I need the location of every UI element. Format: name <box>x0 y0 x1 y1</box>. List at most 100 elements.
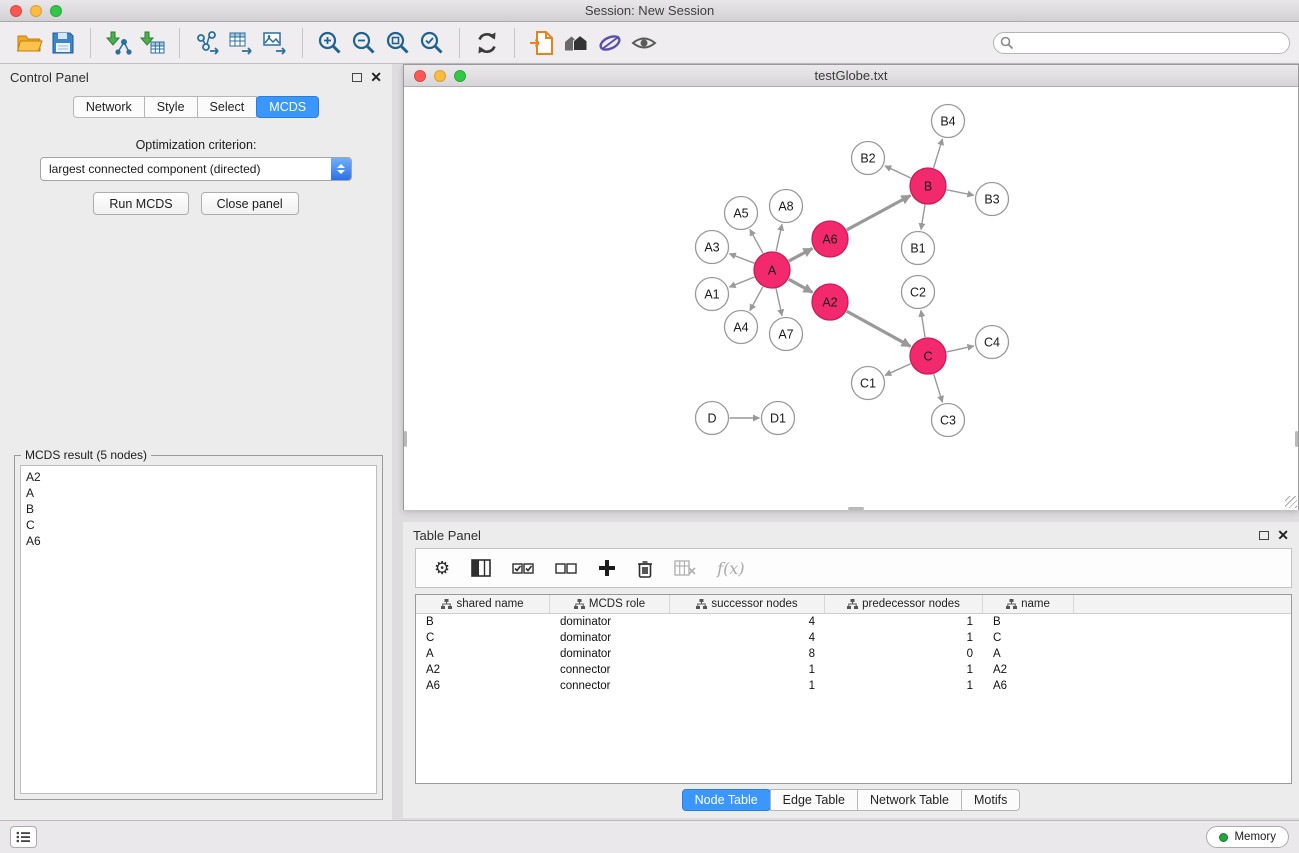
edge-A6-B[interactable] <box>847 196 911 230</box>
edge-A-A4[interactable] <box>750 287 763 311</box>
edge-C-C3[interactable] <box>934 374 943 402</box>
close-panel-icon[interactable]: ✕ <box>1277 530 1289 540</box>
close-traffic-light[interactable] <box>10 5 22 17</box>
column-selector-icon[interactable] <box>471 559 491 577</box>
memory-button[interactable]: Memory <box>1206 826 1289 848</box>
right-scrollbar[interactable] <box>1295 431 1298 447</box>
edge-C-C4[interactable] <box>947 346 974 352</box>
node-B2[interactable]: B2 <box>852 142 885 175</box>
node-A4[interactable]: A4 <box>725 311 758 344</box>
edge-B-B1[interactable] <box>921 205 925 230</box>
export-image-button[interactable] <box>258 26 292 60</box>
search-input[interactable] <box>993 32 1290 54</box>
edge-A-A1[interactable] <box>729 277 754 287</box>
table-row[interactable]: Adominator80A <box>416 646 1291 662</box>
node-B1[interactable]: B1 <box>902 232 935 265</box>
home-button[interactable] <box>559 26 593 60</box>
tab-edge-table[interactable]: Edge Table <box>770 789 858 811</box>
float-panel-icon[interactable] <box>1259 531 1269 540</box>
column-header-MCDS-role[interactable]: MCDS role <box>550 595 670 613</box>
zoom-fit-button[interactable] <box>381 26 415 60</box>
export-network-button[interactable] <box>190 26 224 60</box>
import-network-button[interactable] <box>101 26 135 60</box>
bottom-scrollbar[interactable] <box>848 507 864 510</box>
node-C[interactable]: C <box>910 338 946 374</box>
minimize-traffic-light[interactable] <box>434 70 446 82</box>
tab-node-table[interactable]: Node Table <box>682 789 771 811</box>
edge-A-A5[interactable] <box>750 229 763 253</box>
function-builder-icon[interactable]: f(x) <box>717 559 744 578</box>
node-B4[interactable]: B4 <box>932 105 965 138</box>
edge-C-C1[interactable] <box>885 364 911 376</box>
show-hide-button[interactable] <box>627 26 661 60</box>
select-all-icon[interactable] <box>512 561 534 575</box>
node-A[interactable]: A <box>754 252 790 288</box>
open-file-button[interactable] <box>12 26 46 60</box>
edge-A-A8[interactable] <box>776 224 782 251</box>
network-canvas-area[interactable]: B4B2BB3A5A8A6B1A3AC2A1A2A4A7C4CC1C3DD1 <box>404 87 1298 510</box>
tab-motifs[interactable]: Motifs <box>961 789 1020 811</box>
export-table-button[interactable] <box>224 26 258 60</box>
import-table-button[interactable] <box>135 26 169 60</box>
zoom-selected-button[interactable] <box>415 26 449 60</box>
network-canvas[interactable]: B4B2BB3A5A8A6B1A3AC2A1A2A4A7C4CC1C3DD1 <box>404 87 1298 510</box>
edge-A2-C[interactable] <box>847 311 911 346</box>
edge-B-B4[interactable] <box>934 139 943 168</box>
task-history-button[interactable] <box>10 826 37 848</box>
table-row[interactable]: A6connector11A6 <box>416 678 1291 694</box>
close-traffic-light[interactable] <box>414 70 426 82</box>
edge-C-C2[interactable] <box>921 310 925 337</box>
node-A3[interactable]: A3 <box>696 231 729 264</box>
table-row[interactable]: A2connector11A2 <box>416 662 1291 678</box>
open-document-button[interactable] <box>525 26 559 60</box>
edge-B-B3[interactable] <box>947 190 974 196</box>
node-C3[interactable]: C3 <box>932 404 965 437</box>
gear-icon[interactable]: ⚙ <box>434 559 450 577</box>
node-A1[interactable]: A1 <box>696 278 729 311</box>
tab-network-table[interactable]: Network Table <box>857 789 962 811</box>
node-A5[interactable]: A5 <box>725 197 758 230</box>
column-header-successor-nodes[interactable]: successor nodes <box>670 595 825 613</box>
zoom-traffic-light[interactable] <box>454 70 466 82</box>
edge-A-A3[interactable] <box>729 254 754 264</box>
criterion-dropdown[interactable]: largest connected component (directed) <box>40 157 352 181</box>
node-A6[interactable]: A6 <box>812 221 848 257</box>
mcds-result-list[interactable]: A2ABCA6 <box>20 465 377 794</box>
table-row[interactable]: Cdominator41C <box>416 630 1291 646</box>
resize-grip[interactable] <box>1285 496 1297 508</box>
edge-A-A2[interactable] <box>789 279 813 292</box>
node-D1[interactable]: D1 <box>762 402 795 435</box>
run-mcds-button[interactable]: Run MCDS <box>93 192 188 215</box>
save-session-button[interactable] <box>46 26 80 60</box>
edge-A-A6[interactable] <box>789 248 813 261</box>
deselect-all-icon[interactable] <box>555 561 577 575</box>
node-B[interactable]: B <box>910 168 946 204</box>
close-panel-icon[interactable]: ✕ <box>370 72 382 82</box>
node-D[interactable]: D <box>696 402 729 435</box>
network-window-titlebar[interactable]: testGlobe.txt <box>404 65 1298 87</box>
delete-column-icon[interactable] <box>674 560 696 576</box>
tab-select[interactable]: Select <box>197 96 258 118</box>
analyzer-button[interactable] <box>593 26 627 60</box>
column-header-predecessor-nodes[interactable]: predecessor nodes <box>825 595 983 613</box>
node-C1[interactable]: C1 <box>852 367 885 400</box>
node-A2[interactable]: A2 <box>812 284 848 320</box>
zoom-traffic-light[interactable] <box>50 5 62 17</box>
node-B3[interactable]: B3 <box>976 183 1009 216</box>
zoom-in-button[interactable] <box>313 26 347 60</box>
float-panel-icon[interactable] <box>352 73 362 82</box>
node-A8[interactable]: A8 <box>770 190 803 223</box>
add-icon[interactable] <box>598 559 616 577</box>
left-scrollbar[interactable] <box>404 431 407 447</box>
refresh-button[interactable] <box>470 26 504 60</box>
column-header-name[interactable]: name <box>983 595 1074 613</box>
close-panel-button[interactable]: Close panel <box>201 192 299 215</box>
node-C2[interactable]: C2 <box>902 276 935 309</box>
edge-B-B2[interactable] <box>885 166 911 178</box>
tab-style[interactable]: Style <box>144 96 198 118</box>
tab-mcds[interactable]: MCDS <box>256 96 319 118</box>
trash-icon[interactable] <box>637 559 653 578</box>
table-row[interactable]: Bdominator41B <box>416 614 1291 630</box>
node-A7[interactable]: A7 <box>770 318 803 351</box>
edge-A-A7[interactable] <box>776 289 782 316</box>
